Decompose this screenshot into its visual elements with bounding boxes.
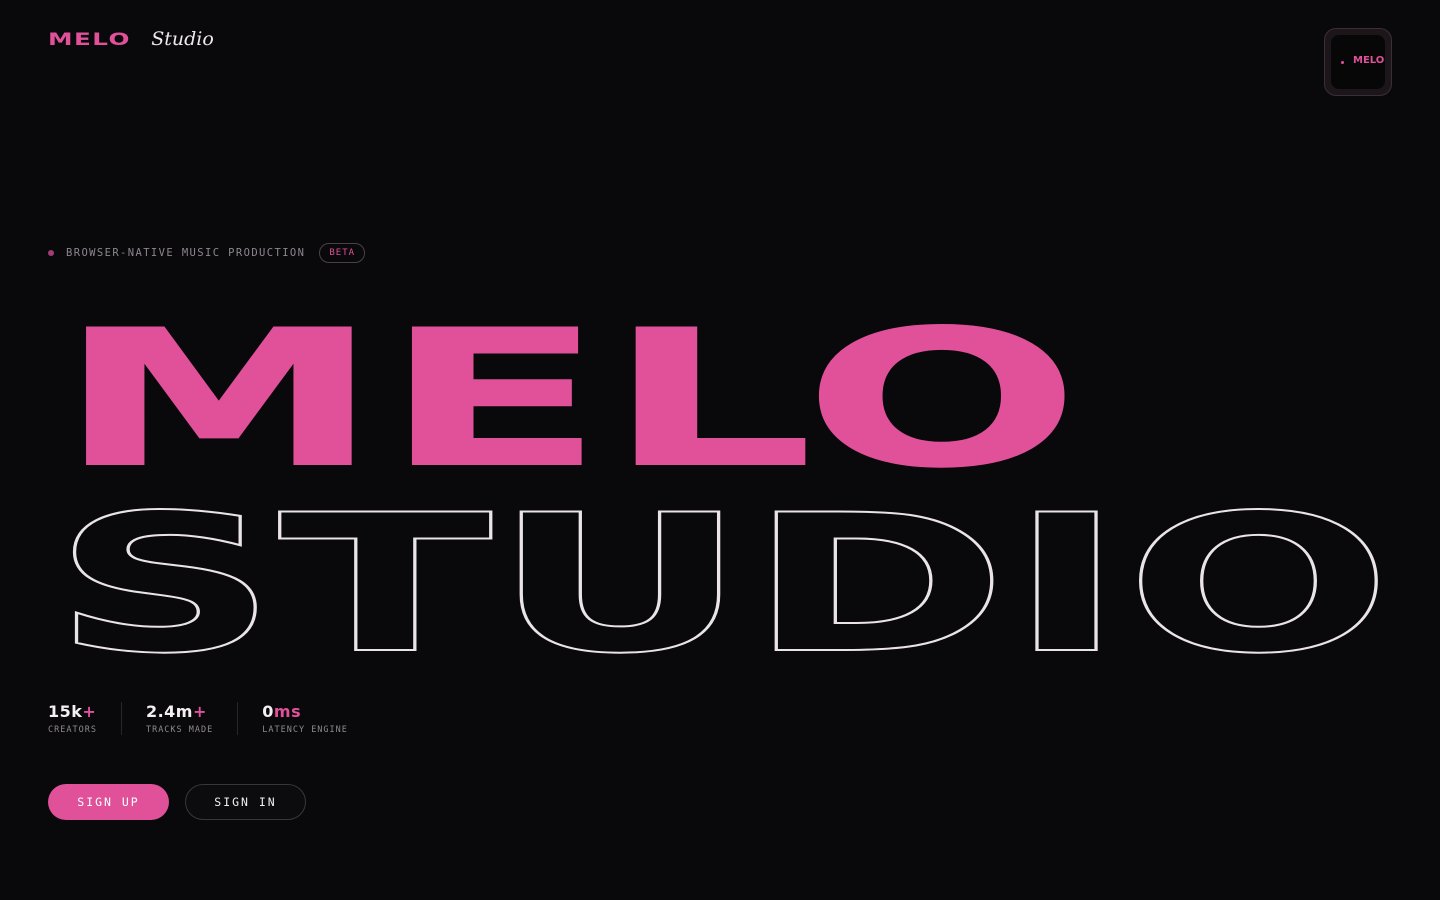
sign-in-button[interactable]: SIGN IN	[185, 784, 306, 820]
status-dot-icon	[48, 250, 54, 256]
preview-thumbnail[interactable]: MELO	[1324, 28, 1392, 96]
stat-number: 0	[262, 702, 274, 721]
stat-value: 2.4m+	[146, 702, 213, 721]
logo-script: Studio	[151, 28, 214, 50]
beta-badge: BETA	[319, 243, 366, 263]
logo[interactable]: MELO Studio	[48, 28, 214, 50]
stat-suffix: +	[192, 702, 207, 721]
stat-tracks: 2.4m+ TRACKS MADE	[120, 702, 237, 735]
eyebrow-text: BROWSER-NATIVE MUSIC PRODUCTION	[66, 247, 306, 259]
preview-dot-icon	[1341, 61, 1344, 64]
stat-label: LATENCY ENGINE	[262, 725, 348, 735]
preview-text: MELO	[1353, 55, 1385, 66]
sign-up-button[interactable]: SIGN UP	[48, 784, 169, 820]
logo-wordmark: MELO	[48, 30, 131, 50]
stat-value: 15k+	[48, 702, 97, 721]
stat-creators: 15k+ CREATORS	[48, 702, 121, 735]
stat-number: 15k	[48, 702, 83, 721]
stat-suffix: ms	[273, 702, 302, 721]
stats-row: 15k+ CREATORS 2.4m+ TRACKS MADE 0ms LATE…	[48, 702, 372, 735]
hero-svg: MELO STUDIO	[51, 300, 1393, 670]
stat-label: TRACKS MADE	[145, 725, 214, 735]
hero-headline: MELO STUDIO	[0, 300, 1440, 670]
stat-suffix: +	[82, 702, 97, 721]
preview-screen: MELO	[1331, 35, 1385, 89]
hero-line-studio: STUDIO	[52, 474, 1392, 670]
stat-latency: 0ms LATENCY ENGINE	[237, 702, 372, 735]
landing-page: MELO Studio MELO BROWSER-NATIVE MUSIC PR…	[0, 0, 1440, 900]
eyebrow: BROWSER-NATIVE MUSIC PRODUCTION BETA	[48, 243, 366, 263]
stat-label: CREATORS	[48, 725, 97, 735]
stat-value: 0ms	[262, 702, 348, 721]
stat-number: 2.4m	[145, 702, 193, 721]
